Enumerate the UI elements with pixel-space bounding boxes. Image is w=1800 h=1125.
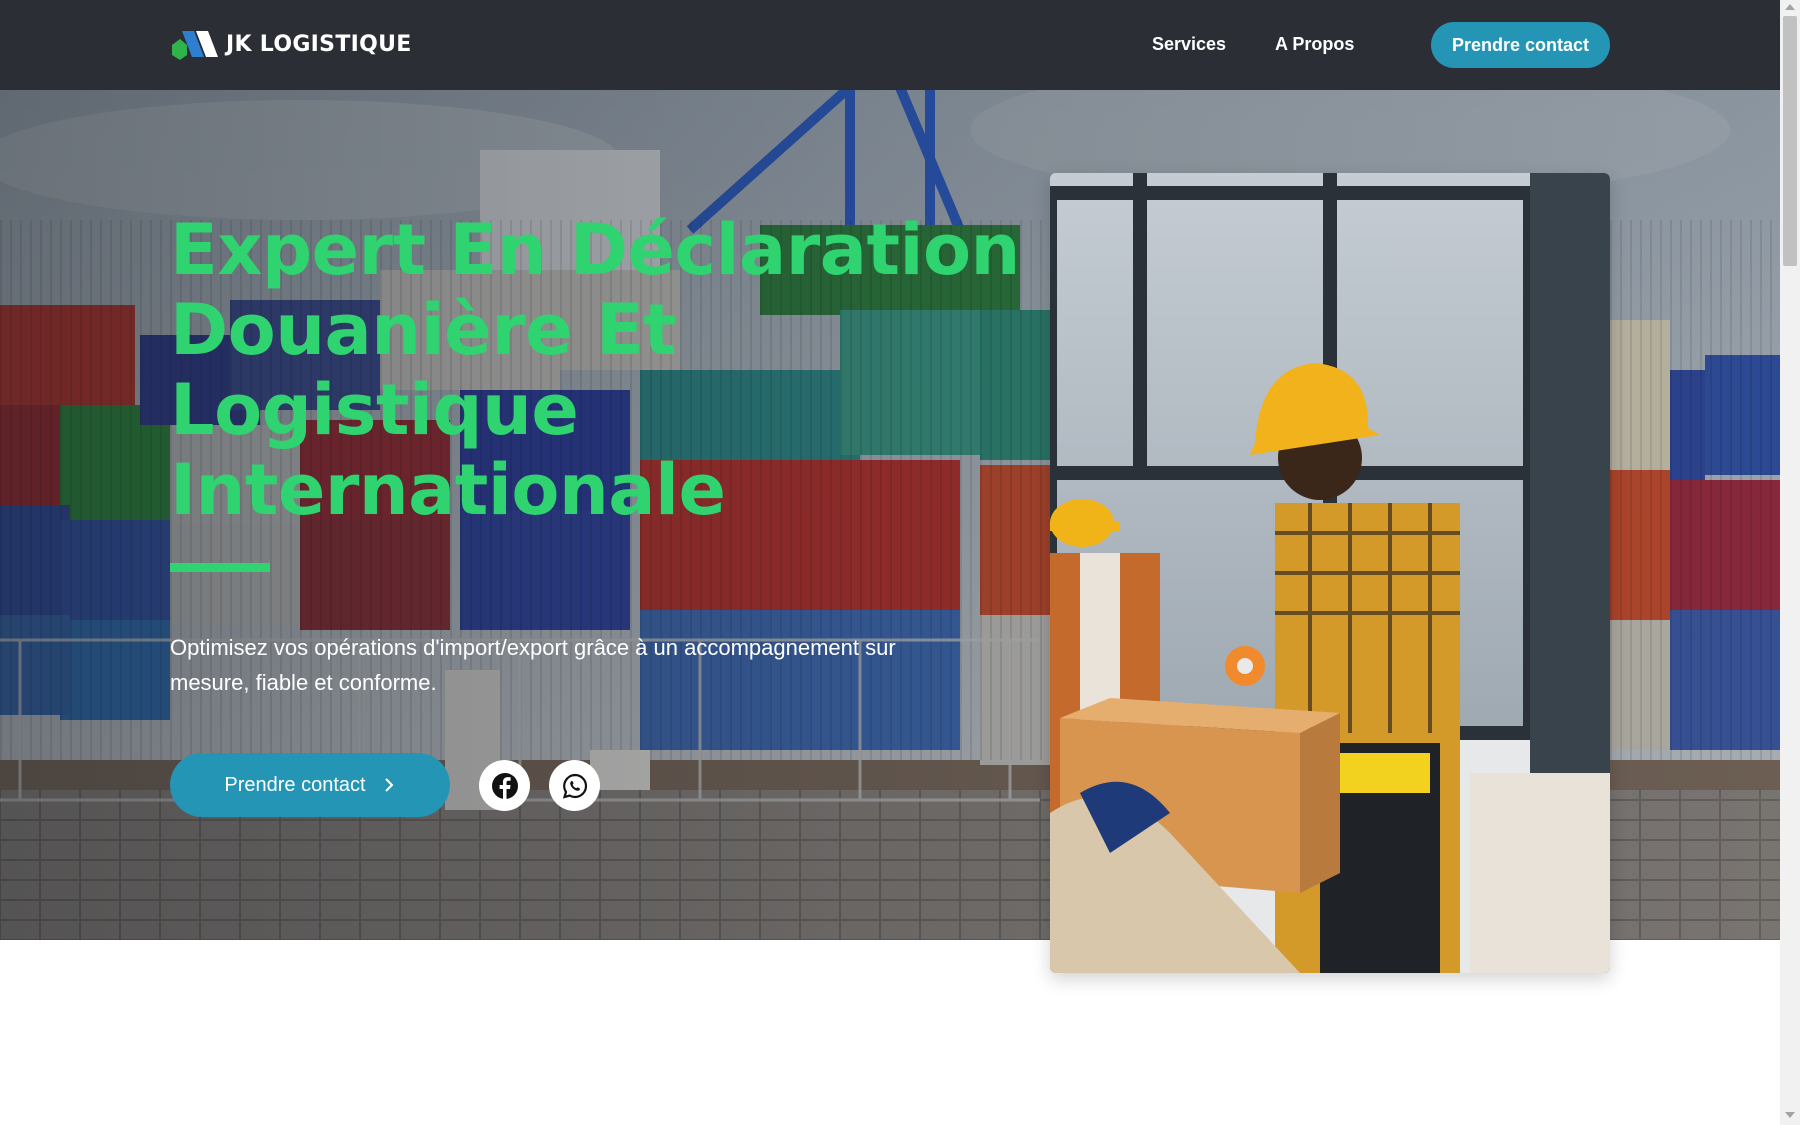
workers-photo [1050, 173, 1610, 973]
hero-title-line: Douanière Et [170, 289, 677, 371]
navbar: JK LOGISTIQUE Services A Propos Prendre … [0, 0, 1780, 90]
hero-contact-button[interactable]: Prendre contact [170, 753, 450, 817]
scrollbar-thumb[interactable] [1783, 16, 1797, 266]
hero-subtitle-line: Optimisez vos opérations d'import/export… [170, 635, 896, 660]
vertical-scrollbar[interactable] [1780, 0, 1800, 1125]
nav-contact-button[interactable]: Prendre contact [1431, 22, 1610, 68]
whatsapp-icon [562, 773, 587, 799]
brand-logo[interactable]: JK LOGISTIQUE [170, 27, 412, 61]
hero-title-line: Logistique [170, 369, 579, 451]
logo-icon [172, 31, 218, 60]
hero-contact-button-label: Prendre contact [224, 773, 366, 796]
whatsapp-link[interactable] [549, 760, 600, 811]
hero-title-line: Internationale [170, 449, 726, 531]
hero-title-line: Expert En Déclaration [170, 209, 1020, 291]
page: JK LOGISTIQUE Services A Propos Prendre … [0, 0, 1780, 1125]
facebook-link[interactable] [479, 760, 530, 811]
brand-name: JK LOGISTIQUE [226, 31, 412, 57]
scroll-up-arrow-icon[interactable] [1785, 4, 1795, 10]
title-underline-divider [170, 563, 270, 572]
hero-subtitle-line: mesure, fiable et conforme. [170, 670, 437, 695]
hero-title: Expert En Déclaration Douanière Et Logis… [170, 210, 1020, 530]
nav-link-a-propos[interactable]: A Propos [1275, 34, 1354, 55]
facebook-icon [491, 772, 518, 799]
hero-subtitle: Optimisez vos opérations d'import/export… [170, 630, 1000, 700]
nav-link-services[interactable]: Services [1152, 34, 1226, 55]
chevron-right-icon [384, 778, 394, 792]
scroll-down-arrow-icon[interactable] [1785, 1112, 1795, 1118]
